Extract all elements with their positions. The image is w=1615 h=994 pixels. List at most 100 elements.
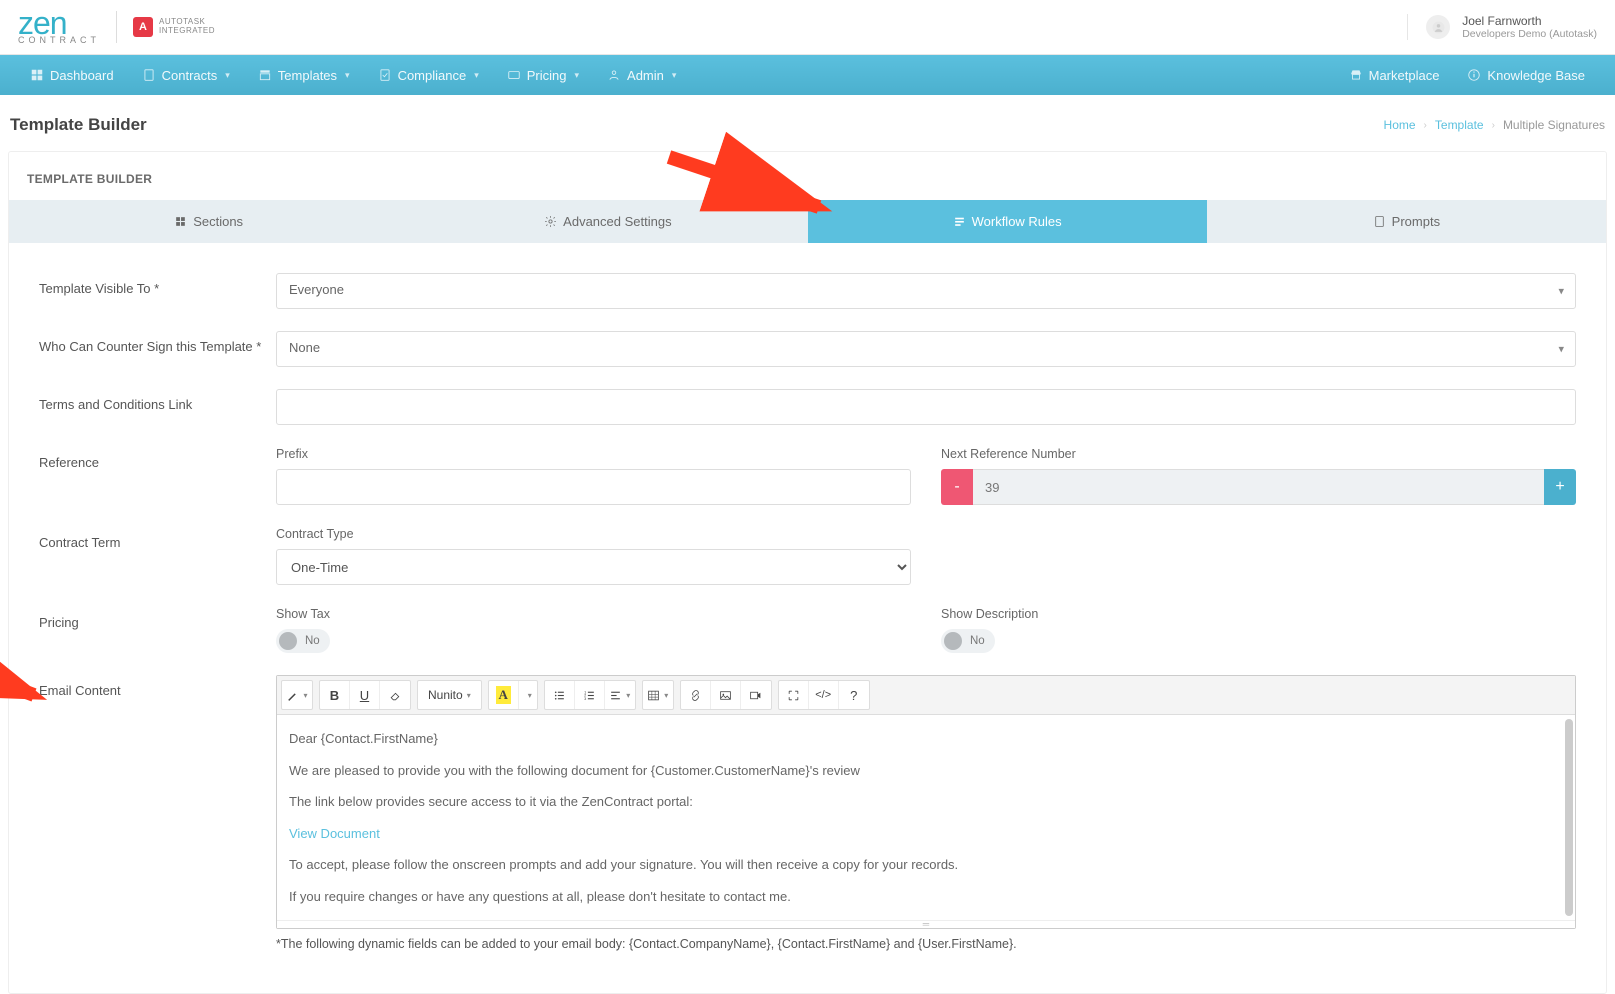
tab-prompts-label: Prompts — [1392, 214, 1440, 229]
toggle-show-desc-value: No — [970, 635, 985, 647]
marketplace-icon — [1349, 68, 1363, 82]
underline-button[interactable]: U — [350, 681, 380, 709]
ref-stepper: - 39 + — [941, 469, 1576, 505]
editor-scrollbar[interactable] — [1565, 719, 1573, 916]
user-info: Joel Farnworth Developers Demo (Autotask… — [1462, 14, 1597, 40]
ref-decrement-button[interactable]: - — [941, 469, 973, 505]
row-email-content: Email Content ▾ B U Nunito▾ — [39, 675, 1576, 951]
tab-prompts[interactable]: Prompts — [1207, 200, 1606, 243]
font-family-button[interactable]: Nunito▾ — [418, 681, 481, 709]
nav-contracts-label: Contracts — [162, 68, 218, 83]
top-header: zen CONTRACT A AUTOTASK INTEGRATED Joel … — [0, 0, 1615, 55]
nav-marketplace[interactable]: Marketplace — [1337, 58, 1452, 93]
label-prefix: Prefix — [276, 447, 911, 461]
ordered-list-button[interactable]: 123 — [575, 681, 605, 709]
chevron-down-icon: ▾ — [474, 70, 479, 81]
toggle-knob — [279, 632, 297, 650]
editor-toolbar: ▾ B U Nunito▾ A ▾ — [277, 676, 1575, 715]
autotask-line2: INTEGRATED — [159, 27, 215, 36]
email-line: If you require changes or have any quest… — [289, 887, 1563, 907]
contracts-icon — [142, 68, 156, 82]
font-color-more-button[interactable]: ▾ — [519, 681, 537, 709]
dashboard-icon — [30, 68, 44, 82]
tab-sections[interactable]: Sections — [9, 200, 408, 243]
link-button[interactable] — [681, 681, 711, 709]
nav-pricing[interactable]: Pricing ▾ — [495, 58, 591, 93]
row-counter-sign: Who Can Counter Sign this Template * Non… — [39, 331, 1576, 367]
nav-pricing-label: Pricing — [527, 68, 567, 83]
email-footnote: *The following dynamic fields can be add… — [276, 937, 1576, 951]
link-icon — [689, 689, 702, 702]
chevron-down-icon: ▾ — [225, 70, 230, 81]
breadcrumb-sep: › — [1492, 120, 1495, 131]
code-view-button[interactable]: </> — [809, 681, 839, 709]
input-prefix[interactable] — [276, 469, 911, 505]
autotask-text: AUTOTASK INTEGRATED — [159, 18, 215, 36]
font-color-button[interactable]: A — [489, 681, 519, 709]
toggle-show-tax[interactable]: No — [276, 629, 330, 653]
breadcrumb-home[interactable]: Home — [1384, 118, 1416, 132]
row-terms: Terms and Conditions Link — [39, 389, 1576, 425]
toggle-show-tax-value: No — [305, 635, 320, 647]
clear-format-button[interactable] — [380, 681, 410, 709]
editor-resize-handle[interactable]: ═ — [277, 920, 1575, 928]
nav-contracts[interactable]: Contracts ▾ — [130, 58, 242, 93]
view-document-link[interactable]: View Document — [289, 826, 380, 841]
toggle-show-description[interactable]: No — [941, 629, 995, 653]
image-icon — [719, 689, 732, 702]
select-visible-to[interactable]: Everyone — [276, 273, 1576, 309]
ol-icon: 123 — [583, 689, 596, 702]
nav-admin[interactable]: Admin ▾ — [595, 58, 688, 93]
chevron-down-icon: ▾ — [345, 70, 350, 81]
email-line: We are pleased to provide you with the f… — [289, 761, 1563, 781]
video-icon — [749, 689, 762, 702]
label-counter-sign: Who Can Counter Sign this Template * — [39, 331, 276, 354]
magic-wand-button[interactable]: ▾ — [282, 681, 312, 709]
select-counter-sign[interactable]: None — [276, 331, 1576, 367]
font-name-label: Nunito — [428, 688, 463, 702]
gear-icon — [544, 215, 557, 228]
ref-value: 39 — [973, 469, 1544, 505]
select-counter-sign-value: None — [276, 331, 1576, 367]
page-title-row: Template Builder Home › Template › Multi… — [0, 95, 1615, 151]
table-button[interactable]: ▾ — [643, 681, 673, 709]
breadcrumb-template[interactable]: Template — [1435, 118, 1484, 132]
select-contract-type[interactable]: One-Time — [276, 549, 911, 585]
user-name: Joel Farnworth — [1462, 14, 1597, 28]
fullscreen-button[interactable] — [779, 681, 809, 709]
header-left: zen CONTRACT A AUTOTASK INTEGRATED — [18, 10, 215, 45]
prompts-icon — [1373, 215, 1386, 228]
nav-knowledge-base[interactable]: Knowledge Base — [1455, 58, 1597, 93]
align-button[interactable]: ▾ — [605, 681, 635, 709]
nav-admin-label: Admin — [627, 68, 664, 83]
label-pricing: Pricing — [39, 607, 276, 630]
bold-button[interactable]: B — [320, 681, 350, 709]
unordered-list-button[interactable] — [545, 681, 575, 709]
label-next-ref: Next Reference Number — [941, 447, 1576, 461]
image-button[interactable] — [711, 681, 741, 709]
tab-advanced-label: Advanced Settings — [563, 214, 671, 229]
video-button[interactable] — [741, 681, 771, 709]
help-button[interactable]: ? — [839, 681, 869, 709]
fullscreen-icon — [787, 689, 800, 702]
template-builder-card: TEMPLATE BUILDER Sections Advanced Setti… — [8, 151, 1607, 994]
nav-dashboard[interactable]: Dashboard — [18, 58, 126, 93]
info-icon — [1467, 68, 1481, 82]
ref-increment-button[interactable]: + — [1544, 469, 1576, 505]
form-body: Template Visible To * Everyone Who Can C… — [9, 243, 1606, 993]
tab-advanced-settings[interactable]: Advanced Settings — [408, 200, 807, 243]
card-header: TEMPLATE BUILDER — [9, 152, 1606, 200]
email-editor: ▾ B U Nunito▾ A ▾ — [276, 675, 1576, 929]
email-line: Dear {Contact.FirstName} — [289, 729, 1563, 749]
nav-right: Marketplace Knowledge Base — [1337, 58, 1597, 93]
tab-workflow-rules[interactable]: Workflow Rules — [808, 200, 1207, 243]
editor-content[interactable]: Dear {Contact.FirstName} We are pleased … — [277, 715, 1575, 920]
tab-workflow-label: Workflow Rules — [972, 214, 1062, 229]
header-user-area[interactable]: Joel Farnworth Developers Demo (Autotask… — [1407, 14, 1597, 40]
input-terms-link[interactable] — [276, 389, 1576, 425]
logo[interactable]: zen CONTRACT — [18, 10, 100, 45]
row-contract-term: Contract Term Contract Type One-Time — [39, 527, 1576, 585]
row-visible-to: Template Visible To * Everyone — [39, 273, 1576, 309]
nav-templates[interactable]: Templates ▾ — [246, 58, 362, 93]
nav-compliance[interactable]: Compliance ▾ — [366, 58, 491, 93]
